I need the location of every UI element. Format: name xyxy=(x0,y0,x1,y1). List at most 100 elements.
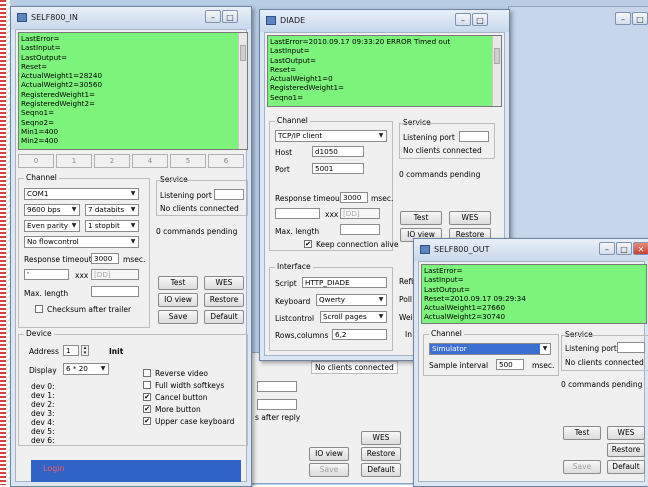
response-timeout-label: Response timeout xyxy=(24,255,92,264)
display-select[interactable]: 6 * 20 ▼ xyxy=(63,363,109,375)
behind-save-button[interactable]: Save xyxy=(309,463,349,477)
diade-titlebar[interactable]: DIADE – □ xyxy=(260,10,509,32)
device-tab[interactable]: 6 xyxy=(208,154,244,168)
max-length-label: Max. length xyxy=(275,227,320,236)
bg-maximize-button[interactable]: □ xyxy=(632,12,648,25)
log-line: LastError=2010.09.17 09:33:20 ERROR Time… xyxy=(270,37,451,46)
behind-input-1[interactable] xyxy=(257,381,297,392)
save-button[interactable]: Save xyxy=(563,460,601,474)
port-select[interactable]: COM1 ▼ xyxy=(24,188,139,200)
behind-io-view-button[interactable]: IO view xyxy=(309,447,349,461)
maximize-button[interactable]: □ xyxy=(616,242,632,255)
chevron-down-icon: ▼ xyxy=(378,132,384,139)
baud-select[interactable]: 9600 bps ▼ xyxy=(24,204,80,216)
log-line: Reset= xyxy=(270,64,297,74)
self800-in-titlebar[interactable]: SELF800_IN – □ xyxy=(11,7,251,29)
log-scroll-thumb[interactable] xyxy=(240,45,246,61)
wes-button[interactable]: WES xyxy=(607,426,645,440)
port-input[interactable]: 5001 xyxy=(312,163,364,174)
test-button[interactable]: Test xyxy=(400,211,442,225)
default-button[interactable]: Default xyxy=(204,310,244,324)
address-spinner[interactable]: ▴ ▾ xyxy=(81,345,89,356)
login-bar[interactable]: Login xyxy=(31,460,241,482)
xxx-label: xxx xyxy=(75,271,89,280)
checksum-checkbox[interactable] xyxy=(35,305,43,313)
response-timeout-input[interactable]: 3000 xyxy=(340,192,368,203)
rows-columns-input[interactable]: 6,2 xyxy=(332,329,387,340)
test-button[interactable]: Test xyxy=(563,426,601,440)
minimize-button[interactable]: – xyxy=(599,242,615,255)
option-checkbox[interactable]: ✔ xyxy=(143,405,151,413)
option-checkbox[interactable] xyxy=(143,381,151,389)
device-tab[interactable]: 0 xyxy=(18,154,54,168)
flowcontrol-select[interactable]: No flowcontrol ▼ xyxy=(24,236,139,248)
self800-out-titlebar[interactable]: SELF800_OUT – □ ✕ xyxy=(414,239,648,261)
default-button[interactable]: Default xyxy=(607,460,645,474)
chevron-down-icon: ▼ xyxy=(100,365,106,372)
log-line: ActualWeight2=30740 xyxy=(424,312,506,322)
header-input[interactable] xyxy=(275,208,320,219)
wes-button[interactable]: WES xyxy=(449,211,491,225)
device-tab[interactable]: 5 xyxy=(170,154,206,168)
device-tab[interactable]: 2 xyxy=(94,154,130,168)
listening-port-input[interactable] xyxy=(459,131,489,142)
log-line: LastOutput= xyxy=(21,52,67,62)
self800-out-log[interactable]: LastError= LastInput= LastOutput= Reset=201… xyxy=(421,264,647,324)
option-checkbox[interactable]: ✔ xyxy=(143,393,151,401)
device-tab[interactable]: 1 xyxy=(56,154,92,168)
behind-wes-button[interactable]: WES xyxy=(361,431,401,445)
listening-port-input[interactable] xyxy=(617,342,645,353)
io-view-button[interactable]: IO view xyxy=(158,293,198,307)
login-link[interactable]: Login xyxy=(43,464,65,473)
behind-input-2[interactable] xyxy=(257,399,297,410)
bg-minimize-button[interactable]: – xyxy=(615,12,631,25)
diade-log[interactable]: LastError=2010.09.17 09:33:20 ERROR Time… xyxy=(267,35,502,107)
self800-in-log[interactable]: LastError= LastInput= LastOutput= Reset= Act… xyxy=(18,32,248,150)
channel-type-select[interactable]: Simulator ▼ xyxy=(429,343,551,355)
restore-button[interactable]: Restore xyxy=(204,293,244,307)
channel-type-select[interactable]: TCP/IP client ▼ xyxy=(275,130,387,142)
databits-select[interactable]: 7 databits ▼ xyxy=(85,204,139,216)
option-label: Full width softkeys xyxy=(155,381,225,390)
log-scroll-thumb[interactable] xyxy=(494,48,500,64)
device-tabs: 012456 xyxy=(18,154,248,168)
sample-interval-input[interactable]: 500 xyxy=(496,359,524,370)
listening-port-input[interactable] xyxy=(214,189,244,200)
parity-select[interactable]: Even parity ▼ xyxy=(24,220,80,232)
msec-label: msec. xyxy=(532,361,555,370)
maximize-button[interactable]: □ xyxy=(472,13,488,26)
max-length-input[interactable] xyxy=(340,224,380,235)
max-length-input[interactable] xyxy=(91,286,139,297)
wes-button[interactable]: WES xyxy=(204,276,244,290)
window-icon xyxy=(266,16,276,25)
trailer-input[interactable]: [DD] xyxy=(91,269,139,280)
display-label: Display xyxy=(29,366,57,375)
stopbit-select[interactable]: 1 stopbit ▼ xyxy=(85,220,139,232)
close-button[interactable]: ✕ xyxy=(633,242,648,255)
option-checkbox[interactable] xyxy=(143,369,151,377)
keep-alive-checkbox[interactable]: ✔ xyxy=(304,240,312,248)
device-tab[interactable]: 4 xyxy=(132,154,168,168)
minimize-button[interactable]: – xyxy=(455,13,471,26)
listcontrol-select[interactable]: Scroll pages ▼ xyxy=(320,311,387,323)
header-input[interactable]: ' xyxy=(24,269,69,280)
address-input[interactable]: 1 xyxy=(63,345,79,356)
save-button[interactable]: Save xyxy=(158,310,198,324)
behind-default-button[interactable]: Default xyxy=(361,463,401,477)
keyboard-select[interactable]: Qwerty ▼ xyxy=(316,294,387,306)
maximize-button[interactable]: □ xyxy=(222,10,238,23)
option-checkbox[interactable]: ✔ xyxy=(143,417,151,425)
host-input[interactable]: d1050 xyxy=(312,146,364,157)
log-scrollbar[interactable] xyxy=(238,33,247,149)
script-input[interactable]: HTTP_DIADE xyxy=(302,277,387,288)
restore-button[interactable]: Restore xyxy=(607,443,645,457)
behind-restore-button[interactable]: Restore xyxy=(361,447,401,461)
trailer-input[interactable]: [DD] xyxy=(340,208,380,219)
chevron-down-icon: ▼ xyxy=(130,238,136,245)
minimize-button[interactable]: – xyxy=(205,10,221,23)
behind-status: No clients connected xyxy=(311,361,398,374)
response-timeout-input[interactable]: 3000 xyxy=(91,253,119,264)
test-button[interactable]: Test xyxy=(158,276,198,290)
log-scrollbar[interactable] xyxy=(492,36,501,106)
log-line: LastOutput= xyxy=(270,55,316,65)
